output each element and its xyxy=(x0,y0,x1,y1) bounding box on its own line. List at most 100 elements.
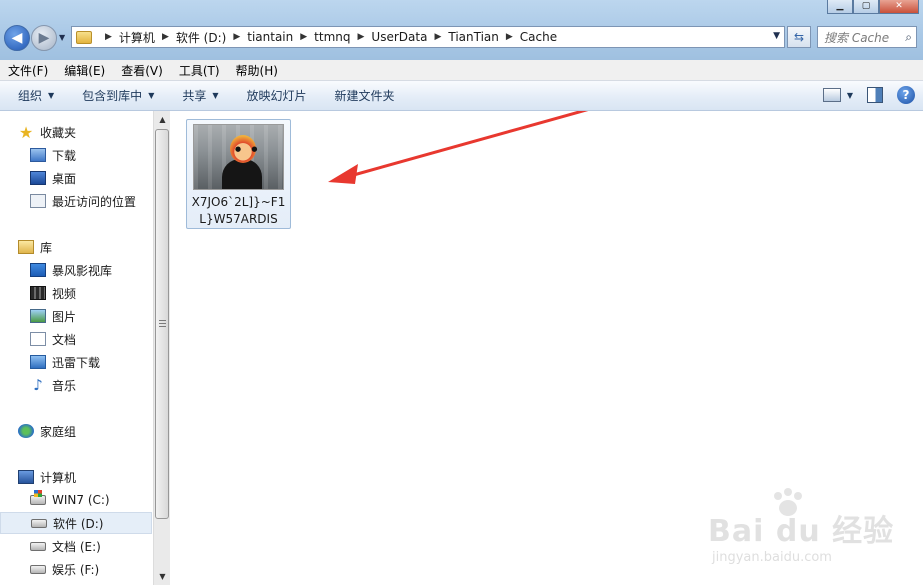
nav-item-pictures[interactable]: 图片 xyxy=(0,305,152,327)
breadcrumb-item[interactable]: TianTian xyxy=(448,30,499,44)
arrow-head xyxy=(328,164,358,184)
refresh-button[interactable]: ⇆ xyxy=(787,26,811,48)
menu-tools[interactable]: 工具(T) xyxy=(171,62,228,79)
nav-homegroup[interactable]: 家庭组 xyxy=(0,420,152,442)
scroll-up-button[interactable]: ▲ xyxy=(154,111,171,128)
menu-edit[interactable]: 编辑(E) xyxy=(56,62,113,79)
nav-item-drive-e[interactable]: 文档 (E:) xyxy=(0,535,152,557)
new-folder-label: 新建文件夹 xyxy=(334,89,395,103)
computer-icon xyxy=(18,470,34,484)
breadcrumb-item[interactable]: tiantain xyxy=(247,30,293,44)
chevron-right-icon[interactable]: ▶ xyxy=(233,32,240,42)
maximize-button[interactable]: ▢ xyxy=(853,0,879,14)
nav-label: 桌面 xyxy=(52,171,77,186)
nav-item-recent[interactable]: 最近访问的位置 xyxy=(0,190,152,212)
new-folder-button[interactable]: 新建文件夹 xyxy=(317,87,405,104)
menu-view[interactable]: 查看(V) xyxy=(113,62,171,79)
nav-item-drive-c[interactable]: WIN7 (C:) xyxy=(0,489,152,511)
chevron-down-icon[interactable]: ▼ xyxy=(773,31,780,41)
recent-pages-dropdown[interactable]: ▼ xyxy=(59,33,65,42)
slideshow-label: 放映幻灯片 xyxy=(246,89,307,103)
breadcrumb: ▶ 计算机 ▶ 软件 (D:) ▶ tiantain ▶ ttmnq ▶ Use… xyxy=(98,29,557,46)
search-placeholder: 搜索 Cache xyxy=(824,31,890,45)
chevron-right-icon[interactable]: ▶ xyxy=(434,32,441,42)
breadcrumb-item[interactable]: 软件 (D:) xyxy=(176,29,226,46)
command-bar: 组织 ▼ 包含到库中 ▼ 共享 ▼ 放映幻灯片 新建文件夹 ▼ ? xyxy=(0,81,923,111)
close-button[interactable]: ✕ xyxy=(879,0,919,14)
nav-item-music[interactable]: ♪ 音乐 xyxy=(0,374,152,396)
chevron-down-icon: ▼ xyxy=(846,90,853,100)
breadcrumb-item[interactable]: Cache xyxy=(520,30,557,44)
library-icon xyxy=(18,240,34,254)
music-icon: ♪ xyxy=(33,376,43,394)
nav-item-documents[interactable]: 文档 xyxy=(0,328,152,350)
view-icon xyxy=(822,88,841,102)
nav-label: 家庭组 xyxy=(40,424,77,439)
video-icon xyxy=(30,286,46,300)
command-bar-right: ▼ ? xyxy=(822,86,915,104)
nav-libraries[interactable]: 库 xyxy=(0,236,152,258)
back-button[interactable]: ◀ xyxy=(4,25,30,51)
nav-item-drive-f[interactable]: 娱乐 (F:) xyxy=(0,558,152,580)
organize-button[interactable]: 组织 ▼ xyxy=(0,87,64,104)
chevron-right-icon[interactable]: ▶ xyxy=(506,32,513,42)
nav-favorites[interactable]: ★ 收藏夹 xyxy=(0,121,152,143)
nav-item-videos[interactable]: 视频 xyxy=(0,282,152,304)
navigation-pane: ★ 收藏夹 下载 桌面 最近访问的位置 库 暴风影视库 视频 图片 文档 迅雷下… xyxy=(0,111,155,585)
desktop-icon xyxy=(30,171,46,185)
breadcrumb-item[interactable]: UserData xyxy=(371,30,427,44)
help-icon[interactable]: ? xyxy=(897,86,915,104)
chevron-right-icon[interactable]: ▶ xyxy=(162,32,169,42)
nav-label: 计算机 xyxy=(40,470,77,485)
nav-item-drive-d[interactable]: 软件 (D:) xyxy=(0,512,152,534)
slideshow-button[interactable]: 放映幻灯片 xyxy=(229,87,317,104)
nav-item-downloads[interactable]: 下载 xyxy=(0,144,152,166)
recent-places-icon xyxy=(30,194,46,208)
title-bar: ▁ ▢ ✕ ◀ ▶ ▼ ▶ 计算机 ▶ 软件 (D:) ▶ tiantain ▶… xyxy=(0,0,923,60)
nav-label: 最近访问的位置 xyxy=(52,194,137,209)
search-icon[interactable]: ⌕ xyxy=(905,30,912,45)
change-view-button[interactable]: ▼ xyxy=(822,88,853,102)
watermark: Bai du 经验 jingyan.baidu.com xyxy=(700,488,900,578)
arrow-shaft xyxy=(349,111,589,178)
picture-icon xyxy=(30,309,46,323)
forward-button[interactable]: ▶ xyxy=(31,25,57,51)
nav-label: 下载 xyxy=(52,148,77,163)
arrow-left-icon: ◀ xyxy=(11,30,23,46)
nav-label: 库 xyxy=(40,240,53,255)
nav-label: 视频 xyxy=(52,286,77,301)
drive-icon xyxy=(31,518,47,528)
preview-pane-icon[interactable] xyxy=(867,87,883,103)
drive-icon xyxy=(30,564,46,574)
nav-label: 收藏夹 xyxy=(40,125,77,140)
folder-icon xyxy=(76,30,92,44)
nav-computer[interactable]: 计算机 xyxy=(0,466,152,488)
chevron-right-icon[interactable]: ▶ xyxy=(358,32,365,42)
chevron-right-icon[interactable]: ▶ xyxy=(105,32,112,42)
scroll-down-button[interactable]: ▼ xyxy=(154,568,171,585)
menu-help[interactable]: 帮助(H) xyxy=(228,62,286,79)
media-library-icon xyxy=(30,263,46,277)
thunder-download-icon xyxy=(30,355,46,369)
homegroup-icon xyxy=(18,424,34,438)
chevron-right-icon[interactable]: ▶ xyxy=(300,32,307,42)
download-folder-icon xyxy=(30,148,46,162)
window-controls: ▁ ▢ ✕ xyxy=(827,0,919,14)
nav-item-baofeng[interactable]: 暴风影视库 xyxy=(0,259,152,281)
nav-item-desktop[interactable]: 桌面 xyxy=(0,167,152,189)
address-bar[interactable]: ▶ 计算机 ▶ 软件 (D:) ▶ tiantain ▶ ttmnq ▶ Use… xyxy=(71,26,785,48)
minimize-button[interactable]: ▁ xyxy=(827,0,853,14)
include-library-button[interactable]: 包含到库中 ▼ xyxy=(64,87,164,104)
scroll-thumb[interactable] xyxy=(155,129,169,519)
breadcrumb-item[interactable]: ttmnq xyxy=(314,30,350,44)
navigation-scrollbar[interactable]: ▲ ▼ xyxy=(153,111,170,585)
nav-item-thunder[interactable]: 迅雷下载 xyxy=(0,351,152,373)
organize-label: 组织 xyxy=(18,89,43,103)
breadcrumb-item[interactable]: 计算机 xyxy=(119,29,155,46)
nav-label: 娱乐 (F:) xyxy=(52,562,100,577)
windows-drive-icon xyxy=(30,490,46,505)
search-input[interactable]: 搜索 Cache ⌕ xyxy=(817,26,917,48)
share-button[interactable]: 共享 ▼ xyxy=(164,87,228,104)
refresh-icon: ⇆ xyxy=(793,30,805,44)
menu-file[interactable]: 文件(F) xyxy=(0,62,56,79)
